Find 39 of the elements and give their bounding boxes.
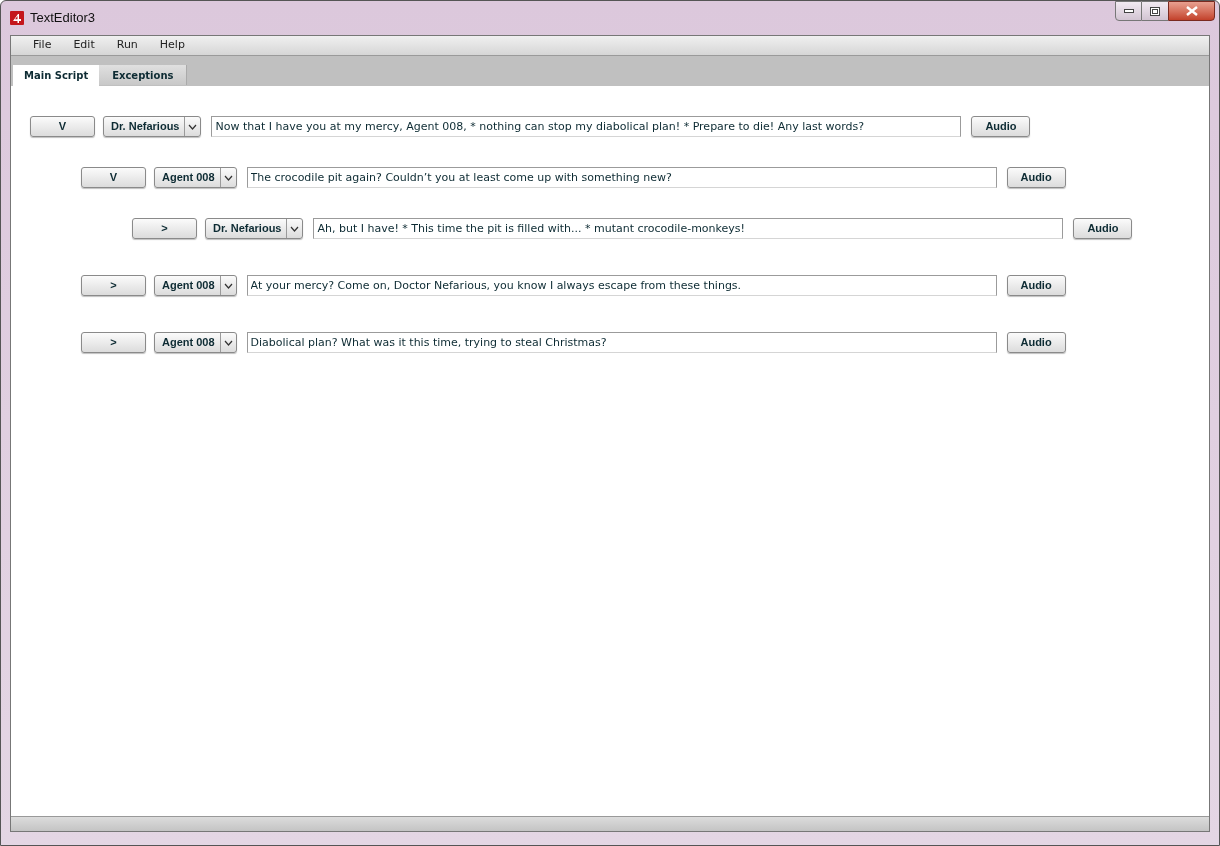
speaker-dropdown[interactable]: Agent 008 xyxy=(154,332,237,353)
audio-button[interactable]: Audio xyxy=(1006,275,1066,296)
dialogue-text-field[interactable]: The crocodile pit again? Couldn’t you at least come up with something new? xyxy=(246,167,997,188)
dialogue-text-field[interactable]: Now that I have you at my mercy, Agent 008, * nothing can stop my diabolical plan! * Prepare to die! Any last words? xyxy=(211,116,962,137)
speaker-dropdown[interactable]: Dr. Nefarious xyxy=(103,116,202,137)
chevron-down-icon xyxy=(223,174,233,181)
chevron-down-icon xyxy=(223,339,233,346)
audio-button[interactable]: Audio xyxy=(1006,167,1066,188)
expand-toggle-button[interactable]: V xyxy=(81,167,146,188)
tab[interactable]: Main Script xyxy=(13,65,100,86)
dialogue-text-field[interactable]: Diabolical plan? What was it this time, trying to steal Christmas? xyxy=(246,332,997,353)
expand-toggle-button[interactable]: > xyxy=(81,275,146,296)
close-icon xyxy=(1185,6,1198,16)
chevron-down-icon xyxy=(188,123,198,130)
menu-item[interactable]: File xyxy=(22,37,63,54)
app-logo-icon xyxy=(10,11,24,25)
close-button[interactable] xyxy=(1168,1,1215,21)
audio-button[interactable]: Audio xyxy=(1006,332,1066,353)
audio-button[interactable]: Audio xyxy=(1073,218,1133,239)
menu-item[interactable]: Run xyxy=(105,37,149,54)
minimize-icon xyxy=(1123,9,1134,13)
speaker-dropdown[interactable]: Dr. Nefarious xyxy=(205,218,304,239)
tab[interactable]: Exceptions xyxy=(99,65,188,85)
maximize-button[interactable] xyxy=(1142,1,1168,21)
menu-item[interactable]: Help xyxy=(148,37,196,54)
dialogue-text-field[interactable]: At your mercy? Come on, Doctor Nefarious, you know I always escape from these things. xyxy=(246,275,997,296)
expand-toggle-button[interactable]: > xyxy=(132,218,197,239)
expand-toggle-button[interactable]: > xyxy=(81,332,146,353)
menu-item[interactable]: Edit xyxy=(62,37,106,54)
chevron-down-icon xyxy=(223,282,233,289)
maximize-icon xyxy=(1150,6,1160,16)
window-title: TextEditor3 xyxy=(30,9,96,28)
speaker-dropdown[interactable]: Agent 008 xyxy=(154,275,237,296)
minimize-button[interactable] xyxy=(1115,1,1142,21)
audio-button[interactable]: Audio xyxy=(971,116,1031,137)
dialogue-text-field[interactable]: Ah, but I have! * This time the pit is filled with... * mutant crocodile-monkeys! xyxy=(313,218,1064,239)
speaker-dropdown[interactable]: Agent 008 xyxy=(154,167,237,188)
expand-toggle-button[interactable]: V xyxy=(30,116,95,137)
chevron-down-icon xyxy=(290,225,300,232)
